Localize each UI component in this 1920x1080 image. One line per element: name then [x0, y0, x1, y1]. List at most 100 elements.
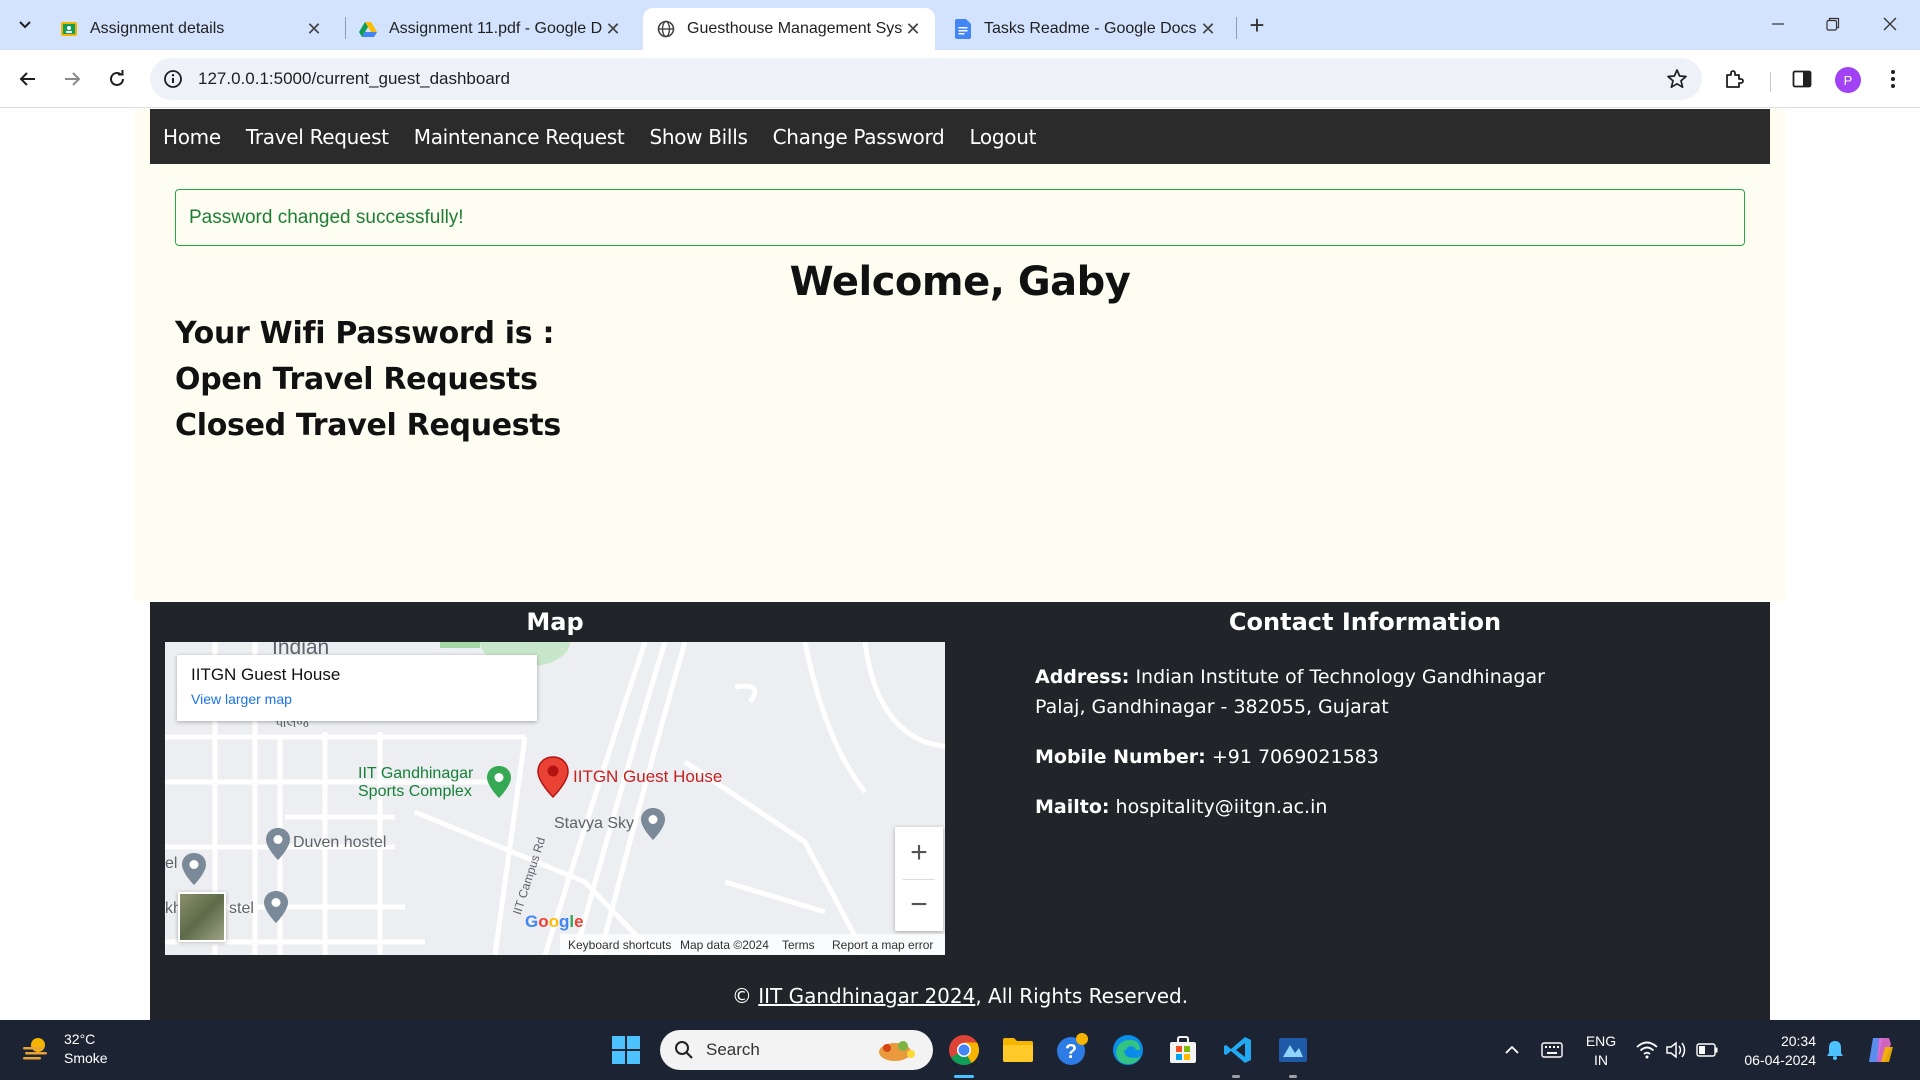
nav-maintenance-request[interactable]: Maintenance Request [414, 125, 625, 149]
copilot-tray[interactable] [1862, 1020, 1898, 1080]
contact-heading: Contact Information [1228, 608, 1502, 636]
reload-button[interactable] [100, 62, 134, 96]
nav-change-password[interactable]: Change Password [773, 125, 945, 149]
mail-address[interactable]: hospitality@iitgn.ac.in [1116, 796, 1328, 818]
close-window-button[interactable] [1862, 4, 1918, 44]
view-larger-map-link[interactable]: View larger map [191, 691, 292, 707]
taskbar-vscode[interactable] [1218, 1030, 1258, 1070]
address-line1: Indian Institute of Technology Gandhinag… [1135, 666, 1545, 688]
place-pin-icon[interactable] [181, 852, 207, 886]
tab-assignment-pdf[interactable]: Assignment 11.pdf - Google Dr ✕ [345, 8, 635, 50]
taskbar-chrome[interactable] [944, 1030, 984, 1070]
remote-app-icon [1279, 1038, 1307, 1062]
page-viewport: Home Travel Request Maintenance Request … [0, 109, 1920, 1020]
profile-avatar[interactable]: P [1835, 67, 1861, 93]
map-type-toggle[interactable] [178, 892, 226, 942]
place-pin-icon[interactable] [263, 890, 289, 924]
zoom-out-button[interactable]: − [895, 879, 943, 931]
keyboard-shortcuts-link[interactable]: Keyboard shortcuts [568, 938, 671, 952]
taskbar-clock[interactable]: 20:34 06-04-2024 [1736, 1032, 1816, 1070]
new-tab-button[interactable]: + [1242, 10, 1272, 40]
back-button[interactable] [11, 62, 45, 96]
folder-icon [1003, 1038, 1033, 1062]
side-panel-icon [1792, 70, 1812, 88]
report-map-error-link[interactable]: Report a map error [832, 938, 933, 952]
taskbar-file-explorer[interactable] [998, 1030, 1038, 1070]
language-indicator[interactable]: ENG IN [1584, 1032, 1618, 1070]
keyboard-icon [1541, 1042, 1563, 1058]
embedded-map[interactable]: Indian પાલજ IITGN Guest House View large… [165, 642, 945, 955]
place-pin-icon[interactable] [640, 807, 666, 841]
close-icon [1883, 17, 1897, 31]
volume-icon [1666, 1041, 1686, 1059]
bookmark-star-icon[interactable] [1666, 68, 1688, 90]
zoom-divider [903, 879, 935, 880]
browser-menu-button[interactable] [1878, 64, 1908, 94]
iitgn-link[interactable]: IIT Gandhinagar 2024 [758, 984, 975, 1008]
taskbar-store[interactable] [1163, 1030, 1203, 1070]
language-line1: ENG [1585, 1033, 1617, 1049]
wifi-password-heading: Your Wifi Password is : [175, 316, 555, 351]
arrow-right-icon [65, 72, 81, 86]
park-pin-icon[interactable] [486, 765, 512, 799]
show-hidden-icons[interactable] [1500, 1020, 1524, 1080]
terms-link[interactable]: Terms [782, 938, 815, 952]
zoom-in-button[interactable]: + [895, 827, 943, 879]
close-icon[interactable]: ✕ [304, 19, 324, 39]
restore-button[interactable] [1805, 4, 1861, 44]
search-icon [675, 1041, 693, 1059]
tab-divider [1236, 17, 1237, 39]
weather-condition: Smoke [64, 1050, 108, 1066]
reload-icon [110, 70, 124, 86]
nav-home[interactable]: Home [163, 125, 221, 149]
battery-tray[interactable] [1694, 1020, 1720, 1080]
bell-icon [1827, 1041, 1843, 1060]
volume-tray[interactable] [1664, 1020, 1690, 1080]
nav-logout[interactable]: Logout [969, 125, 1036, 149]
tab-guesthouse[interactable]: Guesthouse Management Syste ✕ [643, 8, 935, 50]
restore-icon [1826, 17, 1840, 31]
url-text[interactable]: 127.0.0.1:5000/current_guest_dashboard [198, 69, 510, 89]
tab-title: Tasks Readme - Google Docs [984, 20, 1197, 37]
site-info-icon[interactable] [162, 68, 184, 90]
tab-title: Assignment 11.pdf - Google Dr [389, 20, 603, 37]
taskbar-remote-app[interactable] [1273, 1030, 1313, 1070]
start-button[interactable] [606, 1030, 646, 1070]
close-icon[interactable]: ✕ [603, 19, 623, 39]
place-pin-icon[interactable] [265, 827, 291, 861]
google-docs-icon [954, 19, 972, 39]
tab-assignment-details[interactable]: Assignment details ✕ [46, 8, 336, 50]
tab-search-button[interactable] [8, 10, 42, 40]
vscode-icon [1224, 1037, 1251, 1063]
success-alert: Password changed successfully! [175, 189, 1745, 246]
taskbar-search[interactable]: Search [660, 1030, 933, 1070]
nav-travel-request[interactable]: Travel Request [246, 125, 389, 149]
tab-tasks-readme[interactable]: Tasks Readme - Google Docs ✕ [940, 8, 1230, 50]
arrow-left-icon [19, 72, 35, 86]
extensions-button[interactable] [1720, 64, 1750, 94]
notifications-tray[interactable] [1822, 1020, 1848, 1080]
minimize-button[interactable] [1750, 4, 1806, 44]
close-icon[interactable]: ✕ [1198, 19, 1218, 39]
nav-show-bills[interactable]: Show Bills [649, 125, 747, 149]
map-zoom-control: + − [895, 827, 943, 931]
close-icon[interactable]: ✕ [903, 19, 923, 39]
address-bar[interactable]: 127.0.0.1:5000/current_guest_dashboard [150, 58, 1702, 100]
wifi-tray[interactable] [1634, 1020, 1660, 1080]
map-label-el: el [165, 855, 178, 872]
more-vert-icon [1891, 70, 1895, 88]
taskbar-edge[interactable] [1108, 1030, 1148, 1070]
language-line2: IN [1594, 1052, 1608, 1068]
chevron-down-icon [19, 21, 31, 29]
side-panel-button[interactable] [1787, 64, 1817, 94]
weather-widget[interactable]: 32°C Smoke [20, 1030, 108, 1068]
browser-toolbar: 127.0.0.1:5000/current_guest_dashboard P [0, 50, 1920, 108]
search-highlight-icon [879, 1041, 915, 1061]
forward-button[interactable] [55, 62, 89, 96]
open-travel-requests-heading: Open Travel Requests [175, 362, 538, 397]
map-pin-icon[interactable] [536, 755, 570, 799]
main-navbar: Home Travel Request Maintenance Request … [150, 109, 1770, 164]
contact-mobile: Mobile Number: +91 7069021583 [1035, 742, 1735, 772]
keyboard-tray[interactable] [1538, 1020, 1566, 1080]
taskbar-help[interactable]: ? [1053, 1030, 1093, 1070]
